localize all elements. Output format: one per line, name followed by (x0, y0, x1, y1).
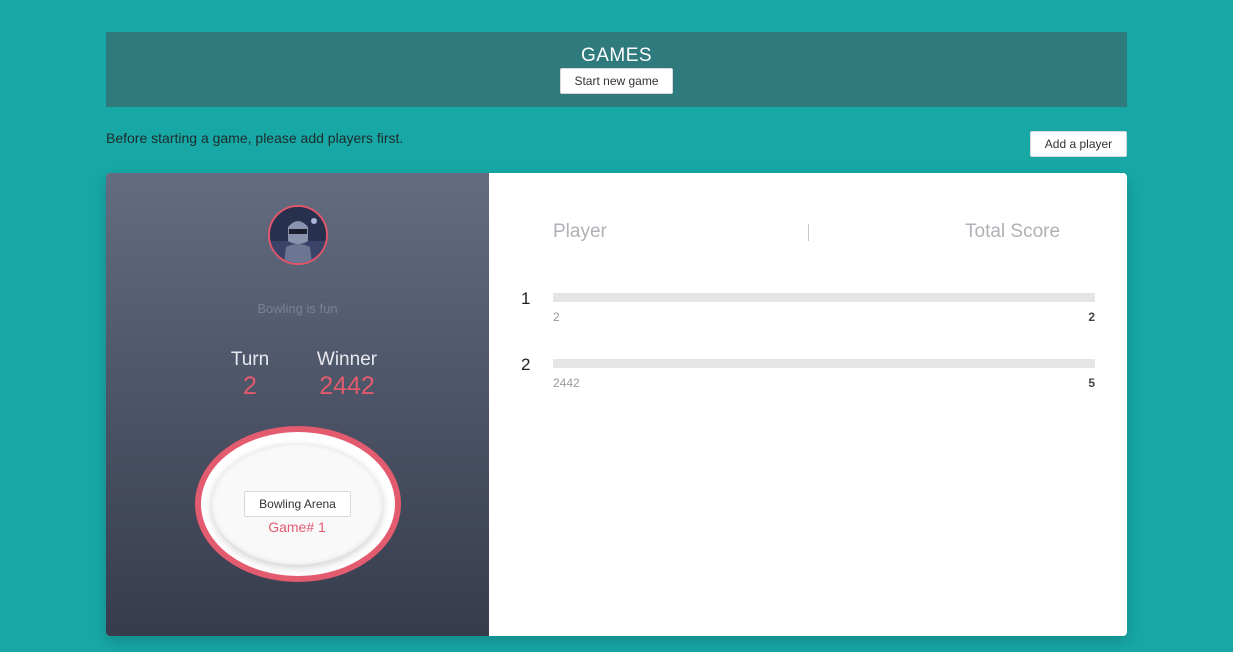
winner-value: 2442 (319, 372, 375, 400)
row-rank: 2 (521, 355, 531, 374)
game-card: Bowling is fun Turn 2 Winner 2442 Bowlin… (106, 173, 1127, 636)
score-column-header: Total Score (965, 221, 1061, 242)
bowling-arena-button[interactable]: Bowling Arena (244, 491, 351, 517)
row-player-name: 2 (553, 310, 560, 324)
start-new-game-button[interactable]: Start new game (560, 68, 673, 94)
header-divider (808, 224, 809, 241)
row-player-name: 2442 (553, 376, 580, 390)
avatar (268, 205, 328, 265)
game-summary-panel: Bowling is fun Turn 2 Winner 2442 Bowlin… (106, 173, 489, 636)
avatar-image (270, 207, 326, 263)
winner-stat: Winner 2442 (306, 348, 388, 400)
row-total-score: 2 (1088, 310, 1095, 324)
notice-text: Before starting a game, please add playe… (106, 130, 404, 146)
add-player-button[interactable]: Add a player (1030, 131, 1127, 157)
game-tagline: Bowling is fun (257, 301, 338, 316)
header-banner: GAMES Start new game (106, 32, 1127, 107)
turn-stat: Turn 2 (224, 348, 276, 400)
row-rank: 1 (521, 289, 531, 308)
turn-value: 2 (243, 372, 257, 400)
turn-label: Turn (230, 349, 270, 370)
game-number: Game# 1 (268, 519, 326, 535)
page-title: GAMES (580, 45, 653, 66)
score-bar (553, 293, 1095, 302)
winner-label: Winner (316, 349, 378, 370)
row-total-score: 5 (1088, 376, 1095, 390)
score-bar (553, 359, 1095, 368)
player-column-header: Player (553, 221, 607, 242)
